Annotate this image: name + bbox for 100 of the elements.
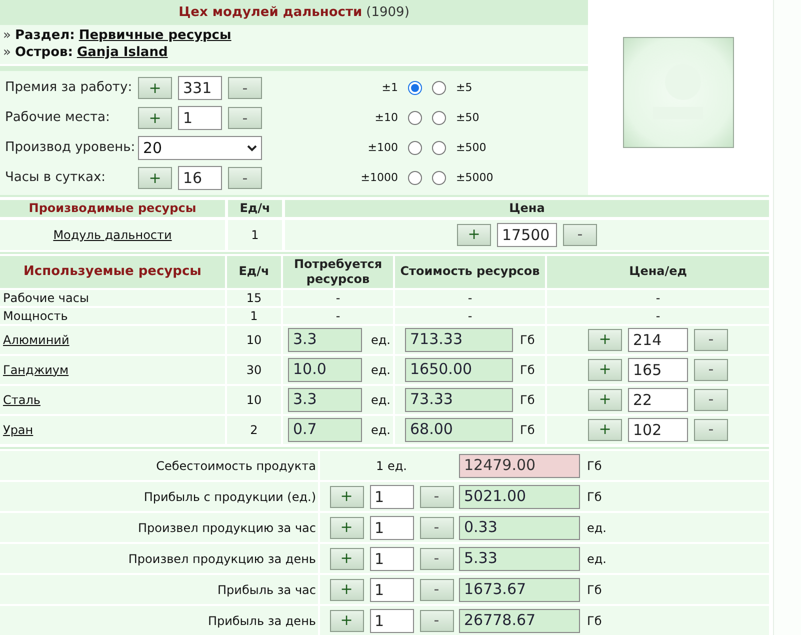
plus-button[interactable]: + [588, 388, 622, 411]
minus-button[interactable]: - [228, 107, 262, 129]
value-field: 12479.00 [459, 454, 580, 478]
value-field: 3.3 [288, 388, 362, 412]
value-field: 0.33 [459, 516, 580, 540]
step-label: ±1000 [360, 170, 398, 186]
breadcrumb-link[interactable]: Первичные ресурсы [78, 26, 232, 46]
breadcrumb-label: Остров: [14, 44, 73, 62]
table-cell: - [547, 308, 769, 324]
level-select[interactable]: 20 [138, 136, 262, 160]
number-field[interactable]: 1 [370, 578, 414, 602]
value-field: 1650.00 [405, 358, 513, 382]
plus-button[interactable]: + [457, 224, 491, 246]
step-label: ±5000 [456, 170, 494, 186]
number-field[interactable]: 1 [178, 106, 222, 130]
plus-button[interactable]: + [588, 328, 622, 351]
unit-label: ед. [587, 520, 606, 536]
chevron-down-icon [247, 144, 257, 152]
minus-button[interactable]: - [420, 548, 454, 570]
row-label: Прибыль за час [0, 575, 318, 604]
field-label: Часы в сутках: [4, 169, 107, 188]
radio-button[interactable] [408, 171, 422, 185]
unit-label: Гб [587, 582, 602, 598]
minus-button[interactable]: - [694, 388, 728, 411]
column-header: Ед/ч [228, 200, 282, 217]
plus-button[interactable]: + [330, 516, 364, 538]
field-label: Производ уровень: [4, 139, 136, 158]
value-field: 5.33 [459, 546, 580, 570]
number-field[interactable]: 17500 [497, 222, 557, 247]
column-header: Потребуется ресурсов [283, 256, 393, 288]
number-field[interactable]: 1 [370, 516, 414, 540]
step-label: ±1 [380, 80, 398, 96]
unit-label: ед. [371, 332, 390, 349]
column-header: Ед/ч [227, 256, 281, 288]
number-field[interactable]: 1 [370, 546, 414, 570]
table-cell: - [547, 290, 769, 306]
column-header: Используемые ресурсы [0, 256, 225, 288]
plus-button[interactable]: + [330, 578, 364, 600]
factory-title: Цех модулей дальности [178, 4, 362, 22]
radio-button[interactable] [408, 141, 422, 155]
table-cell: 10 [227, 386, 281, 414]
number-field[interactable]: 165 [628, 358, 688, 382]
radio-button[interactable] [432, 141, 446, 155]
plus-button[interactable]: + [138, 107, 172, 129]
plus-button[interactable]: + [138, 167, 172, 189]
step-label: ±50 [456, 110, 480, 126]
radio-button[interactable] [432, 111, 446, 125]
number-field[interactable]: 102 [628, 418, 688, 442]
breadcrumb-link[interactable]: Ganja Island [76, 42, 168, 62]
value-field: 0.7 [288, 418, 362, 442]
plus-button[interactable]: + [588, 358, 622, 381]
plus-button[interactable]: + [588, 418, 622, 441]
value-field: 68.00 [405, 418, 513, 442]
field-label: Рабочие места: [4, 109, 111, 128]
plus-button[interactable]: + [138, 77, 172, 99]
step-label: ±100 [366, 140, 398, 156]
radio-button[interactable] [408, 111, 422, 125]
minus-button[interactable]: - [694, 358, 728, 381]
minus-button[interactable]: - [420, 610, 454, 632]
minus-button[interactable]: - [420, 578, 454, 600]
table-cell: 1 [228, 220, 282, 250]
table-cell: - [283, 308, 393, 324]
radio-button[interactable] [432, 171, 446, 185]
unit-label: Гб [587, 488, 602, 506]
resource-link[interactable]: Ганджиум [3, 360, 69, 379]
number-field[interactable]: 214 [628, 328, 688, 352]
bullet-mark: » [3, 44, 11, 62]
radio-button[interactable] [408, 81, 422, 95]
minus-button[interactable]: - [420, 516, 454, 538]
table-cell: 1 [227, 308, 281, 324]
number-field[interactable]: 331 [178, 76, 222, 100]
minus-button[interactable]: - [228, 167, 262, 189]
value-field: 10.0 [288, 358, 362, 382]
resource-link[interactable]: Сталь [3, 390, 40, 409]
number-field[interactable]: 16 [178, 166, 222, 190]
table-cell: - [395, 290, 545, 306]
minus-button[interactable]: - [694, 328, 728, 351]
minus-button[interactable]: - [420, 486, 454, 508]
plus-button[interactable]: + [330, 610, 364, 632]
number-field[interactable]: 1 [370, 608, 414, 632]
value-field: 713.33 [405, 328, 513, 352]
minus-button[interactable]: - [563, 224, 597, 246]
table-cell: 2 [227, 416, 281, 444]
number-field[interactable]: 1 [370, 484, 414, 508]
unit-label: Гб [520, 392, 535, 409]
plus-button[interactable]: + [330, 548, 364, 570]
radio-button[interactable] [432, 81, 446, 95]
plus-button[interactable]: + [330, 486, 364, 508]
minus-button[interactable]: - [228, 77, 262, 99]
resource-link[interactable]: Уран [3, 420, 34, 439]
table-cell: 15 [227, 290, 281, 306]
resource-link[interactable]: Алюминий [3, 330, 70, 349]
unit-label: Гб [587, 612, 602, 630]
row-label: Произвел продукцию за час [0, 513, 318, 542]
minus-button[interactable]: - [694, 418, 728, 441]
row-label: Себестоимость продукта [0, 451, 318, 480]
unit-label: ед. [371, 362, 390, 379]
table-cell: 10 [227, 326, 281, 354]
quantity-label: 1 ед. [376, 458, 407, 474]
number-field[interactable]: 22 [628, 388, 688, 412]
